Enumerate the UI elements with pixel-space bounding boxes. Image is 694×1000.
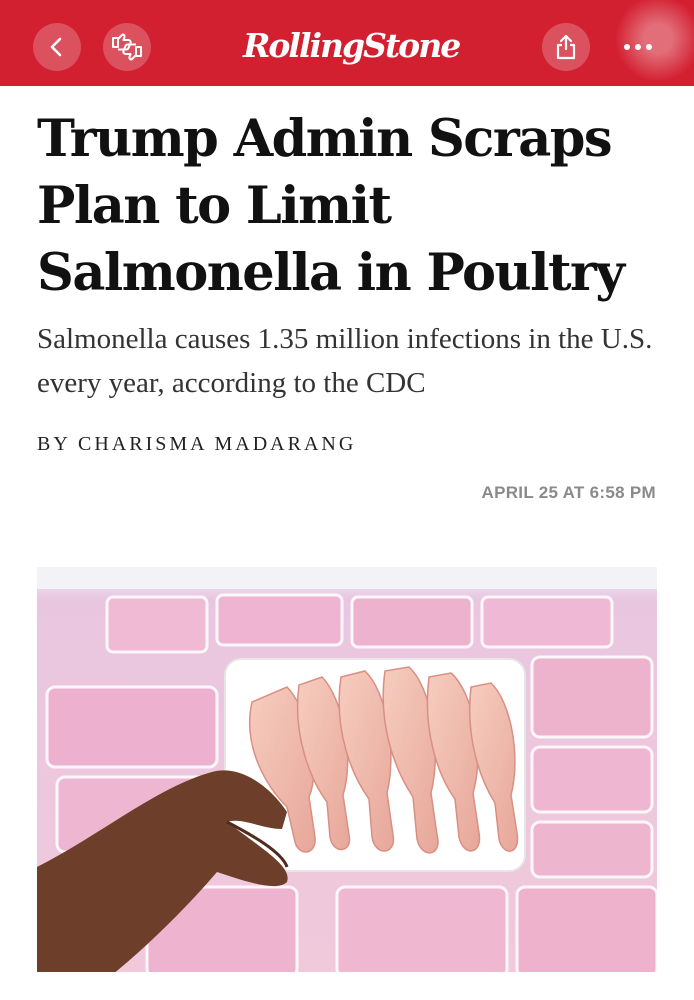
share-button[interactable] bbox=[542, 23, 590, 71]
chicken-package-image bbox=[37, 567, 657, 979]
react-button[interactable] bbox=[103, 23, 151, 71]
top-navigation-bar: RollingStone bbox=[0, 0, 694, 86]
thumbs-up-down-icon bbox=[112, 33, 142, 61]
article-subheadline: Salmonella causes 1.35 million infection… bbox=[37, 323, 653, 399]
back-button[interactable] bbox=[33, 23, 81, 71]
more-button[interactable] bbox=[614, 23, 662, 71]
share-icon bbox=[556, 34, 576, 60]
chevron-left-icon bbox=[50, 37, 62, 57]
article-byline[interactable]: BY CHARISMA MADARANG bbox=[37, 433, 356, 456]
article-date: APRIL 25 AT 6:58 PM bbox=[481, 483, 656, 502]
more-horizontal-icon bbox=[624, 44, 652, 50]
article-headline: Trump Admin Scraps Plan to Limit Salmone… bbox=[37, 109, 625, 303]
rolling-stone-logo[interactable]: RollingStone bbox=[243, 24, 461, 68]
article-photo bbox=[37, 567, 657, 979]
